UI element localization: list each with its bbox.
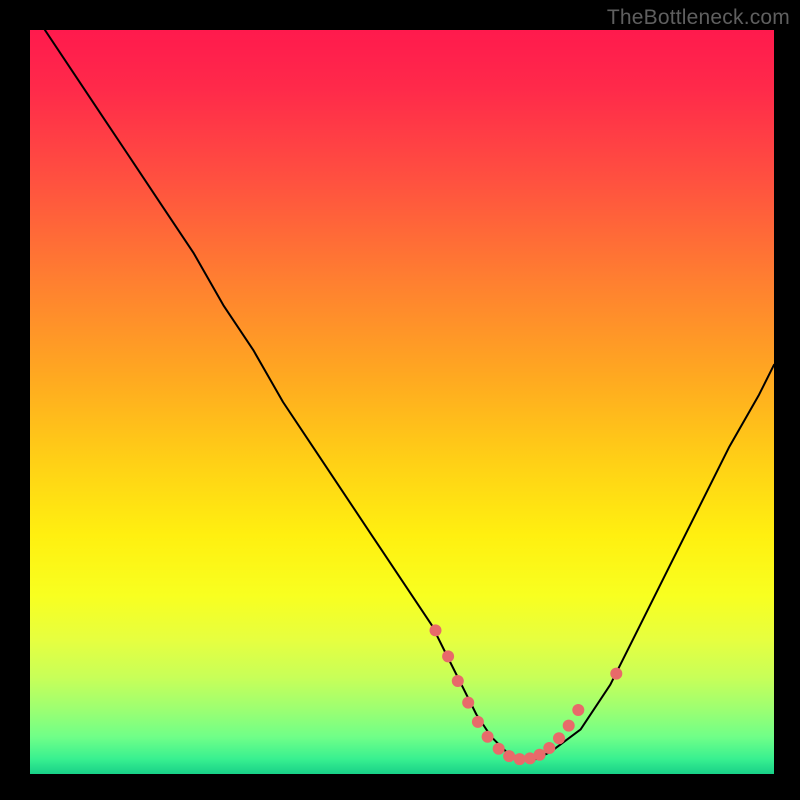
highlighted-point: [543, 742, 555, 754]
highlighted-point: [514, 753, 526, 765]
chart-plot-area: [30, 30, 774, 774]
highlighted-point: [563, 720, 575, 732]
highlighted-point: [493, 743, 505, 755]
highlighted-point: [503, 750, 515, 762]
bottleneck-curve-path: [45, 30, 774, 759]
highlighted-point: [482, 731, 494, 743]
highlighted-point: [572, 704, 584, 716]
app-frame: TheBottleneck.com: [0, 0, 800, 800]
watermark-text: TheBottleneck.com: [607, 6, 790, 30]
highlighted-point: [430, 624, 442, 636]
highlighted-point: [442, 650, 454, 662]
highlighted-point: [472, 716, 484, 728]
highlighted-points-group: [430, 624, 623, 765]
highlighted-point: [452, 675, 464, 687]
highlighted-point: [534, 749, 546, 761]
highlighted-point: [462, 697, 474, 709]
highlighted-point: [553, 732, 565, 744]
chart-svg: [30, 30, 774, 774]
highlighted-point: [610, 668, 622, 680]
